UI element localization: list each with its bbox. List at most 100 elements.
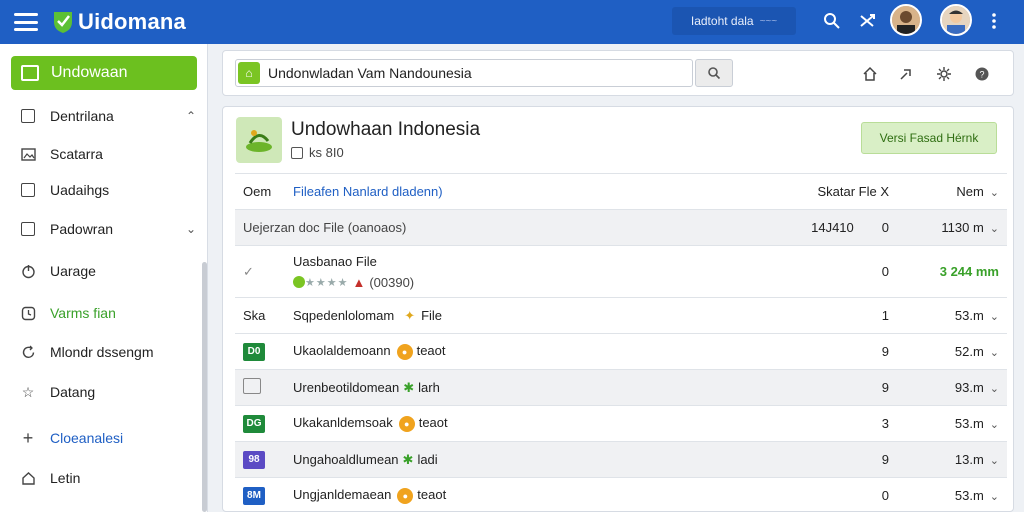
file-icon [291,146,303,159]
row-name: Uejerzan doc File (oanoaos) [235,209,797,246]
warning-icon: ▲ [352,274,366,290]
flame-icon: ✦ [404,307,416,323]
row-name: Ukaolaldemoann [293,343,391,359]
share-icon[interactable] [895,63,917,85]
stars-icon: ★★★★ [305,276,349,289]
row-tag: 98 [243,450,265,469]
sidebar-item-letin[interactable]: Letin [20,466,196,490]
row-num: 9 [797,441,897,478]
search-box[interactable]: ⌂ [235,59,693,87]
plus-icon: + [22,427,34,448]
chevron-up-icon[interactable]: ⌃ [186,109,196,123]
row-size: 93.m [954,380,984,395]
sidebar-item-label: Padowran [50,221,114,237]
sidebar-item-label: Scatarra [50,146,103,162]
main-card: Undowhaan Indonesia ks 8I0 Versi Fasad H… [222,106,1014,512]
row-name-cell: Sqpedenlolomam ✦ File [285,297,797,334]
home-icon [20,470,36,486]
search-input[interactable] [268,65,668,81]
settings-icon[interactable] [933,63,955,85]
sidebar-item-datang[interactable]: ☆ Datang [20,380,196,404]
row-count: 14J410 0 [797,209,897,246]
chevron-down-icon[interactable]: ⌄ [990,419,999,431]
row-name: Uasbanao File [293,253,377,269]
column-header[interactable]: Nem ⌄ [897,173,1007,210]
table-row[interactable]: 8M Ungjanldemaean ● teaot 0 53.m ⌄ [235,477,1007,512]
chevron-down-icon[interactable]: ⌄ [186,222,196,236]
avatar[interactable] [940,4,972,36]
file-table: Oem Fileafen Nanlard dladenn) Skatar Fle… [235,173,1007,512]
sidebar-item-scatarra[interactable]: Scatarra [20,142,196,166]
chevron-down-icon[interactable]: ⌄ [990,455,999,467]
row-tag-cell: 98 [235,441,285,478]
sidebar-item-padowran[interactable]: Padowran ⌄ [20,217,196,241]
table-row[interactable]: DG Ukakanldemsoak ● teaot 3 53.m ⌄ [235,405,1007,442]
row-name-cell: Urenbeotildomean ✱ larh [285,369,797,406]
column-header[interactable]: Skatar Fle X [797,173,897,210]
table-row[interactable]: Uejerzan doc File (oanoaos) 14J410 0 1130… [235,209,1007,246]
chevron-down-icon[interactable]: ⌄ [990,491,999,503]
table-row[interactable]: Ska Sqpedenlolomam ✦ File 1 53.m ⌄ [235,297,1007,334]
chevron-down-icon[interactable]: ⌄ [990,223,999,235]
home-icon[interactable] [859,63,881,85]
row-suffix: ladi [417,451,438,467]
sidebar-item-active[interactable]: Undowaan [11,56,197,90]
more-vertical-icon[interactable] [982,9,1006,33]
top-bar: Uidomana Iadtoht dala ~~~ [0,0,1024,44]
row-size: 3 244 mm [897,245,1007,298]
sidebar-item-uadaihgs[interactable]: Uadaihgs [20,178,196,202]
row-tag: 8M [243,486,265,505]
sidebar-item-label: Uarage [50,263,96,279]
list-icon [21,65,39,81]
row-size-cell: 53.m ⌄ [897,405,1007,442]
row-tag: DG [243,414,265,433]
shuffle-icon[interactable] [856,9,880,33]
table-row[interactable]: 98 Ungahoaldlumean ✱ ladi 9 13.m ⌄ [235,441,1007,478]
row-name-cell: Ukaolaldemoann ● teaot [285,333,797,370]
row-suffix: larh [418,379,440,395]
sidebar-item-label: Varms fian [50,305,116,321]
sidebar-item-label: Undowaan [51,64,128,81]
version-button[interactable]: Versi Fasad Hérnk [861,122,997,154]
brand-name: Uidomana [78,9,186,34]
table-row[interactable]: Urenbeotildomean ✱ larh 9 93.m ⌄ [235,369,1007,406]
search-button[interactable] [695,59,733,87]
row-size: 13.m [954,452,984,467]
table-header: Oem Fileafen Nanlard dladenn) Skatar Fle… [235,173,1007,210]
sidebar-item-dentrilana[interactable]: Dentrilana ⌃ [20,104,196,128]
app-subtitle-text: ks 8I0 [309,145,344,160]
table-row[interactable]: ✓ Uasbanao File ★★★★ ▲ (00390) 0 3 244 m… [235,245,1007,298]
chevron-down-icon[interactable]: ⌄ [990,311,999,323]
checkbox-icon [20,108,36,124]
logo-shield-icon [54,12,72,33]
row-size-cell: 13.m ⌄ [897,441,1007,478]
help-icon[interactable]: ? [971,63,993,85]
column-header[interactable]: Fileafen Nanlard dladenn) [285,173,797,210]
chevron-down-icon[interactable]: ⌄ [990,383,999,395]
avatar[interactable] [890,4,922,36]
checkbox-icon [20,221,36,237]
badge-icon: ● [396,343,413,360]
sidebar-item-mlondr-dssengm[interactable]: Mlondr dssengm [20,340,196,364]
top-search-text: Iadtoht dala [690,14,754,28]
row-name: Ukakanldemsoak [293,415,393,431]
menu-icon[interactable] [14,13,38,31]
row-suffix: teaot [416,343,446,359]
table-row[interactable]: D0 Ukaolaldemoann ● teaot 9 52.m ⌄ [235,333,1007,370]
top-search[interactable]: Iadtoht dala ~~~ [672,7,796,35]
app-subtitle: ks 8I0 [291,145,344,160]
search-people-icon[interactable] [820,9,844,33]
row-num: 3 [797,405,897,442]
column-header-label: Nem [956,184,984,199]
checkbox-icon[interactable] [243,378,261,394]
sidebar-scrollbar[interactable] [202,262,207,512]
sidebar-item-varms-fian[interactable]: Varms fian [20,301,196,325]
plant-icon: ✱ [403,379,415,395]
sidebar-item-cloeanalesi[interactable]: + Cloeanalesi [20,426,196,450]
column-header[interactable]: Oem [235,173,285,210]
row-tag-cell [235,369,285,406]
chevron-down-icon[interactable]: ⌄ [990,347,999,359]
sidebar-item-uarage[interactable]: Uarage [20,259,196,283]
star-icon: ☆ [21,383,35,400]
row-suffix: File [421,307,443,323]
